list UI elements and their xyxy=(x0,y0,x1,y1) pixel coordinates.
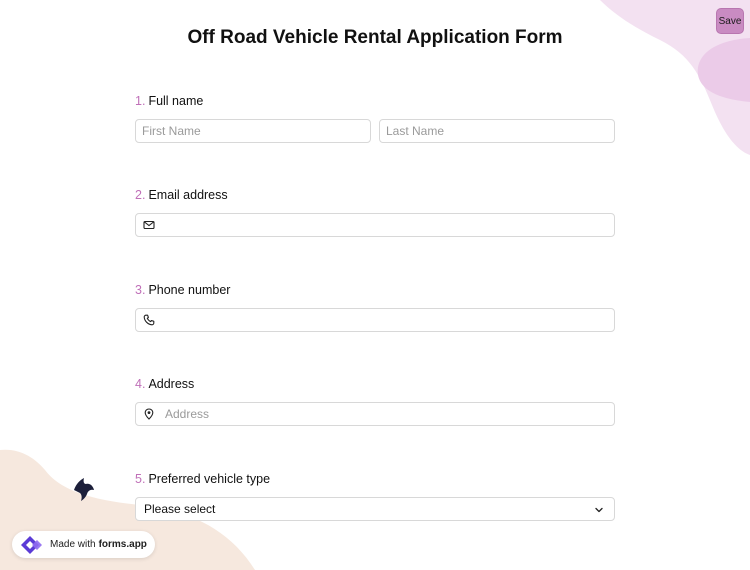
question-label: 2. Email address xyxy=(135,188,615,204)
question-text: Phone number xyxy=(148,283,231,297)
question-label: 3. Phone number xyxy=(135,283,615,299)
map-pin-icon xyxy=(144,408,154,420)
question-number: 1. xyxy=(135,94,146,108)
question-number: 4. xyxy=(135,377,146,391)
form-title: Off Road Vehicle Rental Application Form xyxy=(187,27,563,48)
vehicle-type-select[interactable]: Please select xyxy=(135,497,615,521)
address-placeholder: Address xyxy=(165,407,210,421)
question-full-name: 1. Full name First Name Last Name xyxy=(135,94,615,143)
question-label: 4. Address xyxy=(135,377,615,393)
question-number: 5. xyxy=(135,472,146,486)
question-number: 3. xyxy=(135,283,146,297)
question-address: 4. Address Address xyxy=(135,377,615,426)
question-text: Email address xyxy=(148,188,228,202)
question-phone: 3. Phone number xyxy=(135,283,615,332)
forms-app-logo-icon xyxy=(21,535,42,554)
badge-prefix: Made with xyxy=(50,539,96,550)
address-input[interactable]: Address xyxy=(135,402,615,426)
phone-icon xyxy=(143,314,155,326)
envelope-icon xyxy=(143,220,155,230)
question-text: Address xyxy=(148,377,195,391)
question-number: 2. xyxy=(135,188,146,202)
last-name-input[interactable]: Last Name xyxy=(379,119,615,143)
bird-illustration xyxy=(74,478,94,501)
question-label: 1. Full name xyxy=(135,94,615,110)
first-name-input[interactable]: First Name xyxy=(135,119,371,143)
phone-input[interactable] xyxy=(135,308,615,332)
question-text: Full name xyxy=(148,94,204,108)
forms-app-badge[interactable]: Made with forms.app xyxy=(12,531,155,558)
question-label: 5. Preferred vehicle type xyxy=(135,472,615,488)
question-vehicle-type: 5. Preferred vehicle type Please select xyxy=(135,472,615,521)
question-text: Preferred vehicle type xyxy=(148,472,271,486)
chevron-down-icon xyxy=(595,507,603,513)
badge-brand: forms.app xyxy=(98,539,147,550)
select-value: Please select xyxy=(144,502,216,516)
email-input[interactable] xyxy=(135,213,615,237)
question-email: 2. Email address xyxy=(135,188,615,237)
